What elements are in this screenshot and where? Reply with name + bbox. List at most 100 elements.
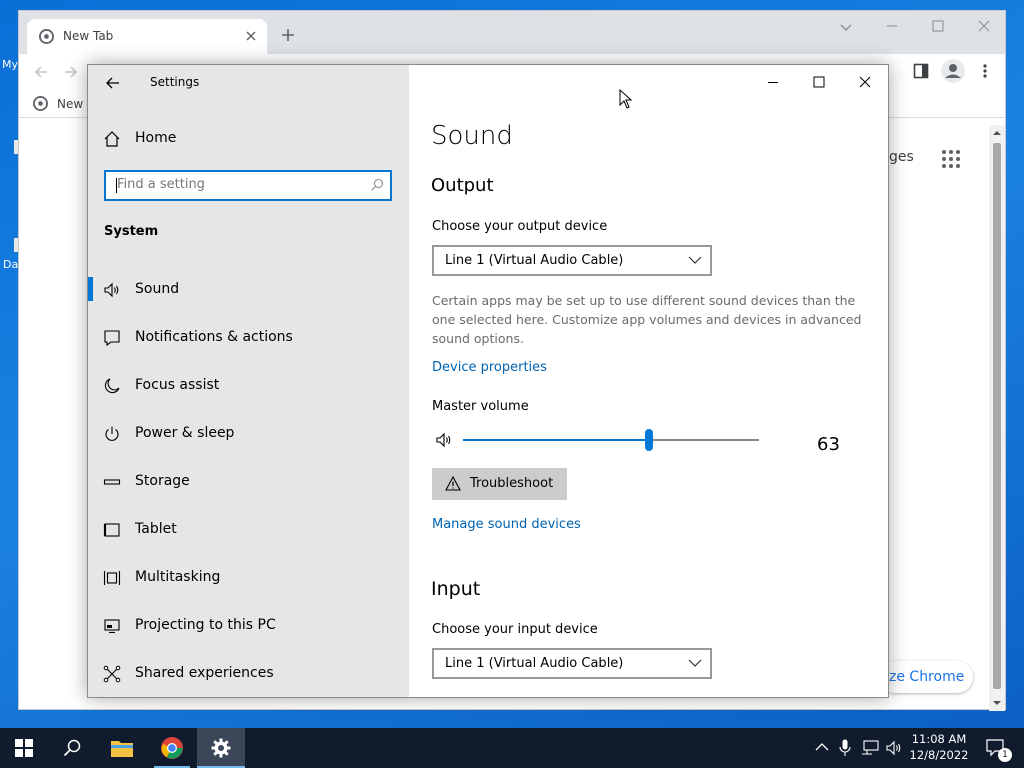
manage-sound-devices-link[interactable]: Manage sound devices [432, 517, 581, 532]
back-arrow-icon [106, 77, 119, 89]
volume-slider-thumb[interactable] [645, 429, 654, 451]
output-heading: Output [431, 175, 494, 196]
chrome-scrollbar[interactable] [989, 125, 1005, 711]
input-device-value: Line 1 (Virtual Audio Cable) [445, 656, 624, 671]
close-icon [978, 20, 990, 32]
sidebar-item-shared-experiences[interactable]: Shared experiences [88, 653, 409, 693]
profile-avatar-icon[interactable] [941, 59, 965, 83]
show-hidden-icons-icon[interactable] [815, 741, 829, 753]
sidebar-item-label: Focus assist [135, 377, 220, 393]
taskbar: 11:08 AM 12/8/2022 1 [0, 728, 1024, 768]
power-icon [103, 425, 121, 443]
master-volume-label: Master volume [432, 399, 529, 414]
settings-maximize-button[interactable] [796, 67, 842, 97]
sidebar-item-label: Sound [135, 281, 180, 297]
settings-window: Settings Home Find a setting System Soun… [87, 64, 889, 698]
input-heading: Input [431, 578, 481, 600]
sidebar-item-tablet[interactable]: Tablet [88, 509, 409, 549]
chrome-tab-favicon-icon [39, 29, 54, 44]
taskbar-settings[interactable] [197, 728, 245, 768]
page-title: Sound [431, 121, 513, 151]
clock[interactable]: 11:08 AM 12/8/2022 [906, 731, 972, 765]
chrome-maximize-button[interactable] [915, 11, 961, 41]
close-icon [859, 76, 871, 88]
back-arrow-icon[interactable] [33, 64, 49, 80]
forward-arrow-icon[interactable] [63, 64, 79, 80]
sidebar-item-storage[interactable]: Storage [88, 461, 409, 501]
search-placeholder: Find a setting [117, 177, 205, 192]
volume-speaker-icon[interactable] [435, 431, 453, 449]
mouse-cursor-icon [619, 89, 633, 109]
gear-icon [211, 738, 231, 758]
storage-icon [103, 473, 121, 491]
info-text: Certain apps may be set up to use differ… [432, 293, 862, 346]
sidebar-item-label: Storage [135, 473, 190, 489]
back-button[interactable] [105, 75, 121, 91]
taskbar-search-button[interactable] [48, 728, 96, 768]
speaker-icon [103, 281, 121, 299]
home-label: Home [135, 130, 177, 146]
device-properties-link[interactable]: Device properties [432, 360, 547, 375]
output-device-value: Line 1 (Virtual Audio Cable) [445, 253, 624, 268]
google-apps-icon[interactable] [941, 149, 961, 169]
notification-count-badge: 1 [998, 748, 1012, 762]
minimize-icon [768, 82, 778, 83]
output-device-dropdown[interactable]: Line 1 (Virtual Audio Cable) [432, 245, 712, 276]
clock-date: 12/8/2022 [909, 748, 969, 762]
sidebar-item-sound[interactable]: Sound [88, 269, 409, 309]
maximize-icon [813, 76, 825, 88]
input-device-label: Choose your input device [432, 622, 598, 637]
sidebar-item-label: Power & sleep [135, 425, 235, 441]
clock-time: 11:08 AM [911, 732, 967, 746]
sidebar-item-notifications[interactable]: Notifications & actions [88, 317, 409, 357]
search-icon [370, 178, 384, 192]
start-button[interactable] [0, 728, 48, 768]
sidebar-item-home[interactable]: Home [88, 118, 409, 158]
microphone-icon[interactable] [839, 739, 851, 757]
window-title: Settings [150, 75, 200, 89]
maximize-icon [932, 20, 944, 32]
windows-logo-icon [15, 739, 33, 757]
troubleshoot-label: Troubleshoot [470, 476, 554, 491]
new-tab-icon[interactable] [281, 28, 295, 42]
chrome-tab-title: New Tab [63, 29, 114, 43]
sidebar-item-label: Shared experiences [135, 665, 274, 681]
chrome-images-link[interactable]: ges [889, 149, 914, 165]
settings-minimize-button[interactable] [750, 67, 796, 97]
customize-chrome-button[interactable]: ze Chrome [879, 661, 973, 693]
section-header-system: System [104, 224, 159, 239]
taskbar-chrome[interactable] [148, 728, 196, 768]
chevron-down-icon [688, 255, 702, 265]
chrome-tab-new-tab[interactable]: New Tab [27, 19, 267, 54]
bookmark-favicon-icon [33, 96, 48, 111]
folder-icon [111, 741, 133, 757]
chrome-icon [161, 737, 183, 759]
settings-close-button[interactable] [842, 67, 888, 97]
sidebar-item-multitasking[interactable]: Multitasking [88, 557, 409, 597]
customize-chrome-label: ze Chrome [889, 669, 965, 685]
home-icon [103, 130, 121, 148]
volume-value: 63 [817, 434, 840, 455]
volume-tray-icon[interactable] [885, 739, 903, 757]
taskbar-file-explorer[interactable] [98, 728, 146, 768]
side-panel-icon[interactable] [913, 63, 929, 79]
desktop-icon-label-da[interactable]: Da [3, 258, 18, 271]
tab-search-icon[interactable] [839, 21, 853, 35]
chrome-minimize-button[interactable] [869, 11, 915, 41]
chrome-menu-icon[interactable] [979, 63, 991, 79]
chrome-close-button[interactable] [961, 11, 1007, 41]
chrome-scrollbar-thumb[interactable] [993, 143, 1001, 689]
network-icon[interactable] [861, 740, 879, 756]
multitasking-icon [103, 569, 121, 587]
troubleshoot-button[interactable]: Troubleshoot [432, 468, 567, 500]
volume-slider[interactable] [463, 429, 759, 451]
sidebar-item-focus-assist[interactable]: Focus assist [88, 365, 409, 405]
close-tab-icon[interactable] [245, 30, 257, 42]
search-input[interactable]: Find a setting [104, 170, 392, 201]
input-device-dropdown[interactable]: Line 1 (Virtual Audio Cable) [432, 648, 712, 679]
sidebar-item-label: Notifications & actions [135, 329, 293, 345]
sidebar-item-power-sleep[interactable]: Power & sleep [88, 413, 409, 453]
desktop-icon-label-my[interactable]: My [2, 58, 18, 71]
action-center-button[interactable]: 1 [978, 728, 1018, 768]
sidebar-item-projecting[interactable]: Projecting to this PC [88, 605, 409, 645]
